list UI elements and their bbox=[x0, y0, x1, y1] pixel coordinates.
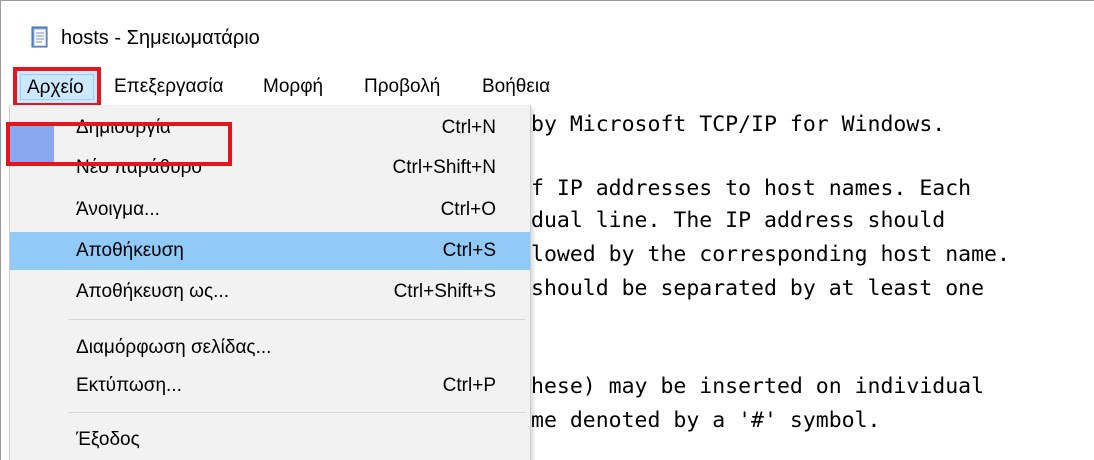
menu-help[interactable]: Βοήθεια bbox=[482, 75, 550, 99]
menu-item-label: Εκτύπωση... bbox=[76, 375, 182, 396]
menu-item-shortcut: Ctrl+O bbox=[440, 199, 496, 220]
menu-item-label: Αποθήκευση ως... bbox=[76, 281, 229, 302]
menu-item-label: Αποθήκευση bbox=[76, 240, 184, 261]
editor-line: dual line. The IP address should bbox=[531, 208, 946, 233]
menu-item-open[interactable]: Άνοιγμα... Ctrl+O bbox=[10, 193, 530, 227]
menu-item-label: Διαμόρφωση σελίδας... bbox=[76, 337, 272, 358]
menu-separator bbox=[68, 412, 526, 413]
menu-file[interactable]: Αρχείο bbox=[13, 67, 101, 107]
menu-item-label: Νέο παράθυρο bbox=[76, 157, 202, 178]
menu-format[interactable]: Μορφή bbox=[263, 75, 323, 99]
notepad-icon bbox=[31, 26, 48, 48]
menu-item-page-setup[interactable]: Διαμόρφωση σελίδας... bbox=[10, 331, 530, 365]
menu-bar: Αρχείο Επεξεργασία Μορφή Προβολή Βοήθεια bbox=[1, 67, 1094, 107]
menu-item-label: Άνοιγμα... bbox=[76, 199, 160, 220]
editor-line: f IP addresses to host names. Each bbox=[531, 176, 972, 201]
file-menu-dropdown: Δημιουργία Ctrl+N Νέο παράθυρο Ctrl+Shif… bbox=[9, 105, 531, 460]
selection-gutter-highlight bbox=[10, 126, 54, 162]
menu-separator bbox=[68, 319, 526, 320]
editor-line: lowed by the corresponding host name. bbox=[531, 242, 1010, 267]
menu-item-save[interactable]: Αποθήκευση Ctrl+S bbox=[10, 232, 530, 270]
menu-item-shortcut: Ctrl+N bbox=[441, 117, 496, 138]
menu-view[interactable]: Προβολή bbox=[364, 75, 440, 99]
menu-file-label: Αρχείο bbox=[27, 77, 84, 98]
menu-item-new[interactable]: Δημιουργία Ctrl+N bbox=[10, 111, 530, 145]
editor-line: hese) may be inserted on individual bbox=[531, 374, 985, 399]
menu-item-exit[interactable]: Έξοδος bbox=[10, 423, 530, 457]
title-bar[interactable]: hosts - Σημειωματάριο bbox=[1, 1, 1094, 59]
editor-line: me denoted by a '#' symbol. bbox=[531, 408, 881, 433]
menu-item-shortcut: Ctrl+Shift+N bbox=[392, 157, 496, 178]
menu-item-shortcut: Ctrl+P bbox=[442, 375, 496, 396]
text-editor[interactable]: by Microsoft TCP/IP for Windows. f IP ad… bbox=[531, 105, 1094, 460]
menu-item-label: Έξοδος bbox=[76, 429, 140, 450]
editor-line: by Microsoft TCP/IP for Windows. bbox=[531, 112, 946, 137]
menu-edit[interactable]: Επεξεργασία bbox=[114, 75, 223, 99]
menu-item-shortcut: Ctrl+Shift+S bbox=[393, 281, 496, 302]
menu-item-print[interactable]: Εκτύπωση... Ctrl+P bbox=[10, 369, 530, 403]
menu-item-shortcut: Ctrl+S bbox=[442, 240, 496, 261]
window-title: hosts - Σημειωματάριο bbox=[61, 27, 260, 49]
menu-item-save-as[interactable]: Αποθήκευση ως... Ctrl+Shift+S bbox=[10, 275, 530, 309]
editor-line: should be separated by at least one bbox=[531, 276, 985, 301]
menu-item-label: Δημιουργία bbox=[76, 117, 171, 138]
notepad-window: hosts - Σημειωματάριο Αρχείο Επεξεργασία… bbox=[0, 0, 1094, 460]
menu-item-new-window[interactable]: Νέο παράθυρο Ctrl+Shift+N bbox=[10, 151, 530, 185]
